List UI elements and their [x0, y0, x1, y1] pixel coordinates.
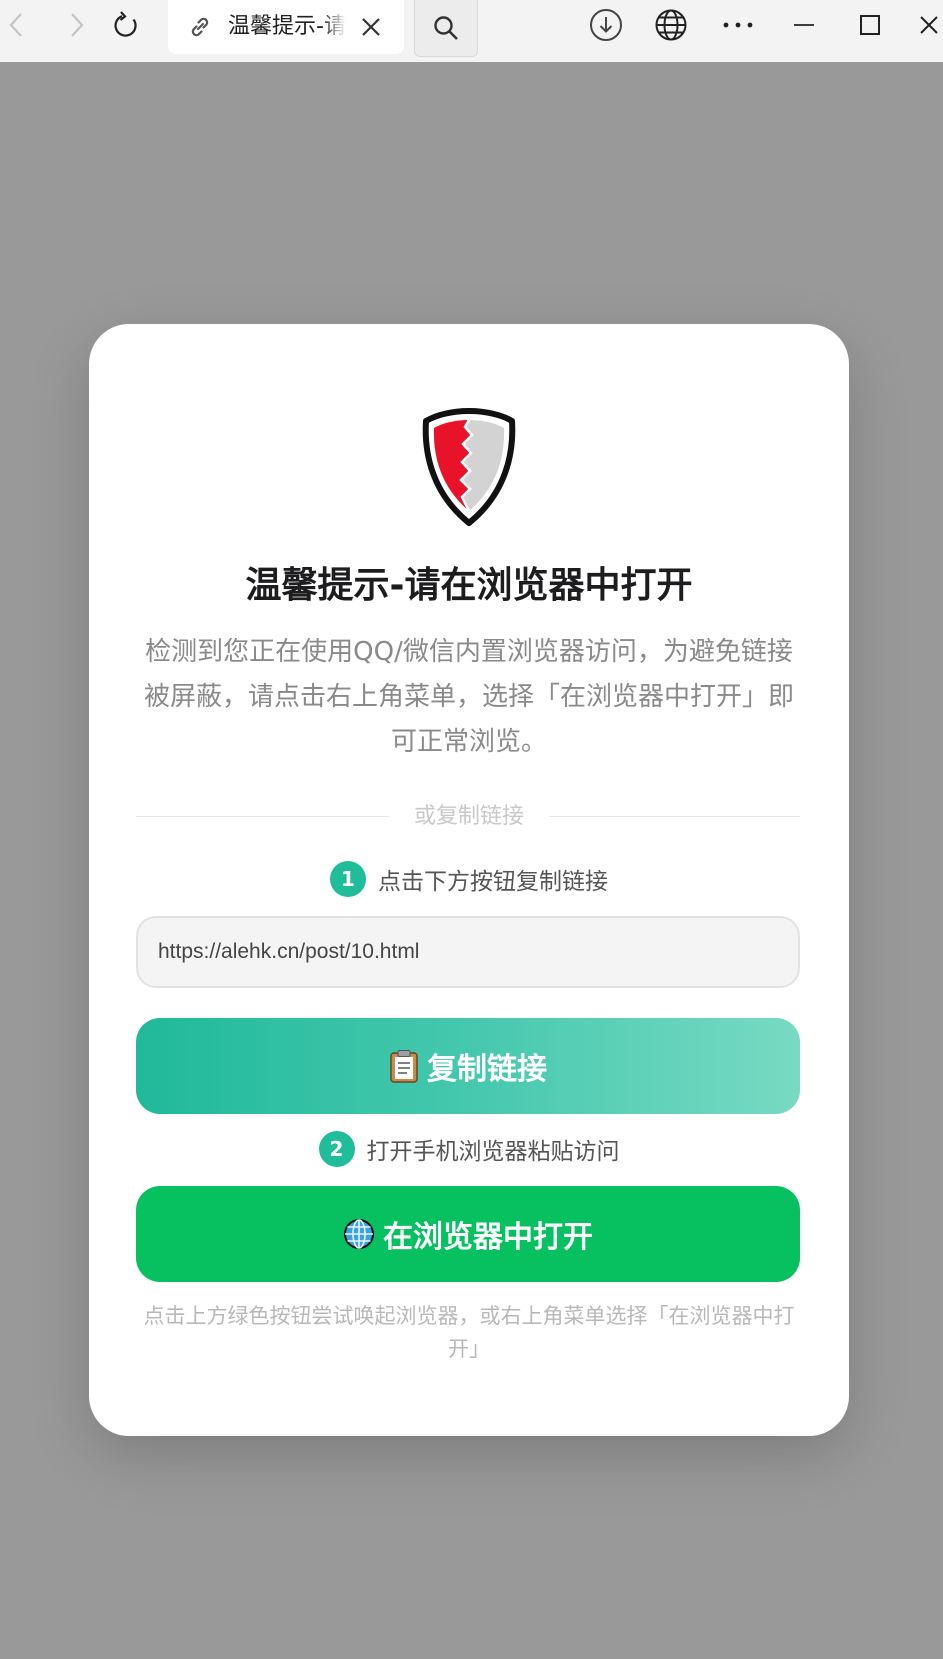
divider-right: [549, 816, 800, 817]
forward-button[interactable]: [56, 0, 96, 50]
step-2: 2 打开手机浏览器粘贴访问: [89, 1129, 849, 1169]
back-arrow-icon: [9, 13, 22, 37]
more-icon: [723, 22, 753, 28]
copy-link-label: 复制链接: [427, 1052, 547, 1087]
refresh-icon: [114, 11, 137, 37]
step-1-text: 点击下方按钮复制链接: [378, 869, 608, 895]
tab-title: 温馨提示-请在浏览器中打开: [228, 14, 346, 39]
language-button[interactable]: [651, 0, 691, 50]
step-2-text: 打开手机浏览器粘贴访问: [366, 1139, 620, 1165]
step-1: 1 点击下方按钮复制链接: [89, 859, 849, 899]
close-window-button[interactable]: [918, 0, 943, 50]
forward-arrow-icon: [71, 13, 84, 37]
minimize-icon: [794, 24, 814, 26]
download-button[interactable]: [586, 0, 626, 50]
step-2-number: 2: [318, 1131, 355, 1167]
search-icon: [434, 16, 458, 40]
step-1-number: 1: [330, 861, 366, 897]
globe-icon: [655, 9, 687, 41]
browser-titlebar: 温馨提示-请在浏览器中打开: [0, 0, 943, 62]
footnote-hint: 点击上方绿色按钮尝试唤起浏览器，或右上角菜单选择「在浏览器中打开」: [143, 1304, 795, 1361]
download-icon: [590, 9, 622, 41]
copy-link-button[interactable]: 复制链接: [136, 1018, 800, 1114]
back-button[interactable]: [0, 0, 30, 50]
shield-icon: [422, 407, 516, 531]
refresh-button[interactable]: [106, 0, 146, 50]
divider-label: 或复制链接: [413, 804, 524, 829]
url-input[interactable]: [136, 916, 800, 988]
dialog-title: 温馨提示-请在浏览器中打开: [245, 565, 693, 606]
dialog-description: 检测到您正在使用QQ/微信内置浏览器访问，为避免链接被屏蔽，请点击右上角菜单，选…: [143, 637, 794, 757]
globe-icon: [343, 1218, 375, 1250]
more-button[interactable]: [718, 0, 758, 50]
browser-warning-dialog: 温馨提示-请在浏览器中打开 检测到您正在使用QQ/微信内置浏览器访问，为避免链接…: [89, 324, 849, 1436]
maximize-icon: [860, 15, 880, 35]
search-button[interactable]: [414, 0, 478, 57]
open-in-browser-label: 在浏览器中打开: [383, 1220, 593, 1255]
clipboard-icon: [389, 1049, 419, 1083]
close-icon[interactable]: [358, 14, 384, 44]
link-icon: [186, 13, 214, 45]
close-window-icon: [920, 16, 938, 34]
minimize-button[interactable]: [784, 0, 824, 50]
open-in-browser-button[interactable]: 在浏览器中打开: [136, 1186, 800, 1282]
browser-tab-active[interactable]: 温馨提示-请在浏览器中打开: [168, 0, 404, 54]
maximize-button[interactable]: [850, 0, 890, 50]
